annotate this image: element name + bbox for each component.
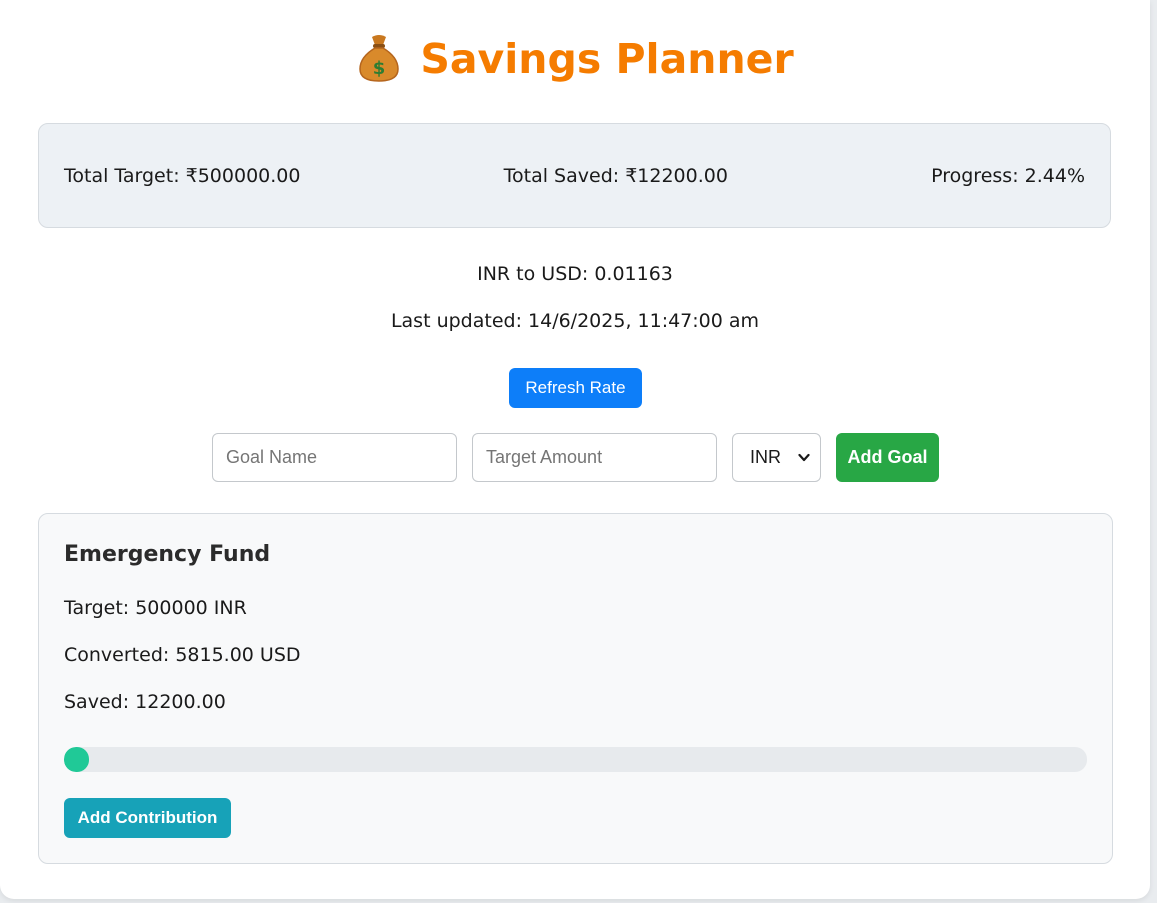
total-saved: Total Saved: ₹12200.00 [503, 164, 728, 187]
goal-card: Emergency Fund Target: 500000 INR Conver… [38, 513, 1113, 864]
target-amount-input[interactable] [472, 433, 717, 482]
page-title: $ Savings Planner [0, 30, 1150, 88]
add-contribution-button[interactable]: Add Contribution [64, 798, 231, 838]
currency-selected-value: INR [750, 447, 781, 467]
goal-converted: Converted: 5815.00 USD [64, 644, 301, 666]
goal-name: Emergency Fund [64, 542, 271, 567]
chevron-down-icon [798, 453, 810, 462]
exchange-rate: INR to USD: 0.01163 [477, 263, 673, 285]
app-card: $ Savings Planner Total Target: ₹500000.… [0, 0, 1150, 899]
goal-target: Target: 500000 INR [64, 597, 247, 619]
title-text: Savings Planner [420, 35, 794, 83]
last-updated: Last updated: 14/6/2025, 11:47:00 am [390, 310, 760, 332]
goal-saved: Saved: 12200.00 [64, 691, 226, 713]
goal-name-input[interactable] [212, 433, 457, 482]
goal-progress-fill [64, 747, 89, 772]
total-target: Total Target: ₹500000.00 [64, 164, 301, 187]
add-goal-button[interactable]: Add Goal [836, 433, 939, 482]
goal-progress-bar [64, 747, 1087, 772]
currency-select[interactable]: INR [732, 433, 821, 482]
svg-text:$: $ [373, 58, 386, 79]
refresh-rate-button[interactable]: Refresh Rate [509, 368, 642, 408]
money-bag-icon: $ [359, 35, 400, 82]
overall-progress: Progress: 2.44% [931, 164, 1085, 187]
summary-panel: Total Target: ₹500000.00 Total Saved: ₹1… [38, 123, 1111, 228]
